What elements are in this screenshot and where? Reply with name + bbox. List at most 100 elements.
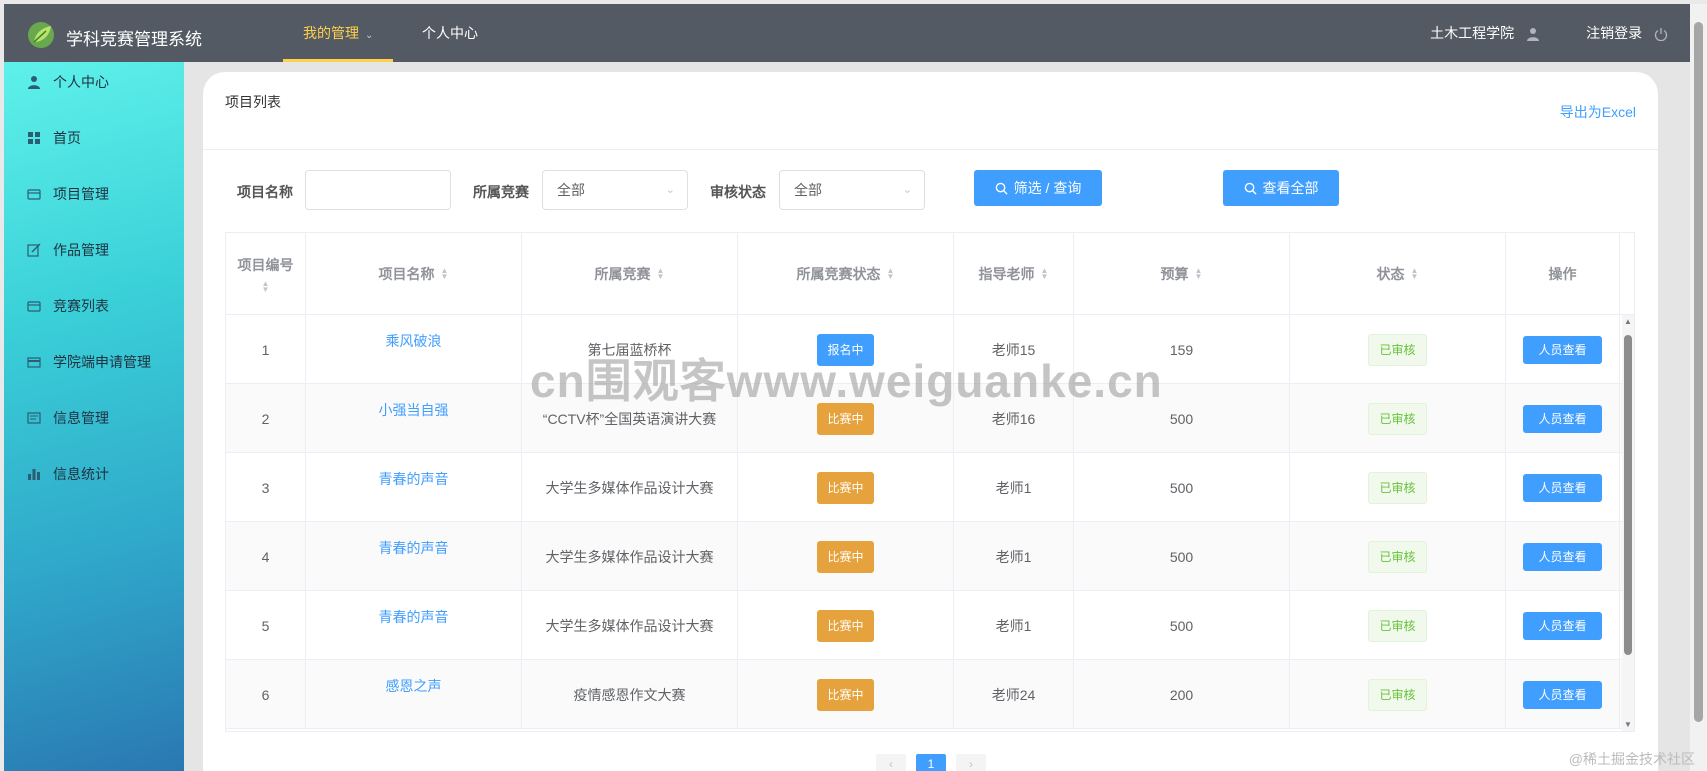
project-name-input[interactable] (305, 170, 451, 210)
view-members-button[interactable]: 人员查看 (1523, 404, 1602, 433)
sidebar-item-info-management[interactable]: 信息管理 (4, 398, 184, 438)
status-badge: 比赛中 (817, 471, 874, 504)
search-button-label: 筛选 / 查询 (1013, 180, 1082, 196)
sidebar-item-label: 学院端申请管理 (53, 354, 151, 370)
scroll-up-arrow-icon[interactable]: ▲ (1624, 317, 1632, 326)
sidebar-item-college-applications[interactable]: 学院端申请管理 (4, 342, 184, 382)
cell-project-name-link[interactable]: 青春的声音 (306, 453, 522, 522)
cell-actions: 人员查看 (1506, 591, 1620, 660)
sort-icon[interactable]: ▲ ▼ (1195, 267, 1203, 281)
chevron-down-icon: ⌄ (365, 30, 374, 41)
page-scroll-thumb[interactable] (1694, 22, 1703, 722)
col-header-status[interactable]: 状态 ▲ ▼ (1290, 233, 1506, 315)
sidebar-item-project-management[interactable]: 项目管理 (4, 174, 184, 214)
competition-select-value: 全部 (557, 182, 585, 198)
sidebar-item-info-statistics[interactable]: 信息统计 (4, 454, 184, 494)
view-members-button[interactable]: 人员查看 (1523, 680, 1602, 709)
col-header-competition-status[interactable]: 所属竞赛状态 ▲ ▼ (738, 233, 954, 315)
col-header-competition[interactable]: 所属竞赛 ▲ ▼ (522, 233, 738, 315)
logout-label: 注销登录 (1586, 25, 1643, 41)
sort-icon[interactable]: ▲ ▼ (441, 267, 449, 281)
page-scrollbar[interactable] (1690, 4, 1707, 771)
view-all-button-label: 查看全部 (1262, 180, 1319, 196)
prev-page-button[interactable]: ‹ (876, 754, 906, 771)
view-members-button[interactable]: 人员查看 (1523, 473, 1602, 502)
table-scroll-thumb[interactable] (1624, 335, 1632, 655)
sort-icon[interactable]: ▲ ▼ (1411, 267, 1419, 281)
card-icon (27, 355, 41, 369)
cell-id: 4 (226, 522, 306, 591)
cell-project-name-link[interactable]: 感恩之声 (306, 660, 522, 729)
col-header-budget[interactable]: 预算 ▲ ▼ (1074, 233, 1290, 315)
cell-teacher: 老师1 (954, 453, 1074, 522)
cell-id: 5 (226, 591, 306, 660)
sort-icon[interactable]: ▲ ▼ (887, 267, 895, 281)
search-button[interactable]: 筛选 / 查询 (974, 170, 1102, 206)
folder-icon (27, 299, 41, 313)
cell-competition-status: 比赛中 (738, 522, 954, 591)
chevron-down-icon: ⌄ (665, 184, 675, 196)
nav-personal-center-label: 个人中心 (422, 25, 478, 41)
next-page-button[interactable]: › (956, 754, 986, 771)
user-icon (27, 75, 41, 89)
status-badge: 比赛中 (817, 609, 874, 642)
view-members-button[interactable]: 人员查看 (1523, 335, 1602, 364)
cell-project-name-link[interactable]: 青春的声音 (306, 591, 522, 660)
cell-status: 已审核 (1290, 591, 1506, 660)
sidebar-item-competition-list[interactable]: 竞赛列表 (4, 286, 184, 326)
view-all-button[interactable]: 查看全部 (1223, 170, 1339, 206)
cell-budget: 500 (1074, 522, 1290, 591)
page-button-current[interactable]: 1 (916, 754, 946, 771)
sort-icon[interactable]: ▲ ▼ (262, 280, 270, 294)
nav-personal-center[interactable]: 个人中心 (402, 4, 498, 62)
current-user[interactable]: 土木工程学院 (1430, 4, 1540, 62)
cell-project-name-link[interactable]: 小强当自强 (306, 384, 522, 453)
sidebar-item-label: 作品管理 (53, 242, 109, 258)
cell-project-name-link[interactable]: 青春的声音 (306, 522, 522, 591)
folder-icon (27, 187, 41, 201)
project-list-card: 项目列表 导出为Excel 项目名称 所属竞赛 全部 ⌄ 审核状态 全部 ⌄ 筛… (203, 72, 1658, 771)
card-title: 项目列表 (225, 94, 281, 110)
cell-competition: 大学生多媒体作品设计大赛 (522, 522, 738, 591)
col-header-label: 项目名称 (378, 266, 435, 282)
scroll-down-arrow-icon[interactable]: ▼ (1624, 720, 1632, 729)
col-header-teacher[interactable]: 指导老师 ▲ ▼ (954, 233, 1074, 315)
cell-project-name-link[interactable]: 乘风破浪 (306, 315, 522, 384)
project-name-label: 项目名称 (237, 184, 293, 200)
table-row: 4 青春的声音 大学生多媒体作品设计大赛 比赛中 老师1 500 已审核 人员查… (226, 522, 1634, 591)
review-status-select-value: 全部 (794, 182, 822, 198)
search-icon (1244, 182, 1257, 195)
review-status-badge: 已审核 (1368, 333, 1427, 366)
view-members-button[interactable]: 人员查看 (1523, 542, 1602, 571)
review-status-label: 审核状态 (710, 184, 766, 200)
view-members-button[interactable]: 人员查看 (1523, 611, 1602, 640)
cell-status: 已审核 (1290, 315, 1506, 384)
nav-my-management[interactable]: 我的管理 ⌄ (283, 4, 394, 62)
edit-icon (27, 243, 41, 257)
sidebar-item-works-management[interactable]: 作品管理 (4, 230, 184, 270)
review-status-badge: 已审核 (1368, 402, 1427, 435)
sidebar-item-personal-center[interactable]: 个人中心 (4, 62, 184, 102)
review-status-badge: 已审核 (1368, 540, 1427, 573)
review-status-badge: 已审核 (1368, 471, 1427, 504)
cell-teacher: 老师1 (954, 522, 1074, 591)
export-excel-link[interactable]: 导出为Excel (1560, 102, 1636, 122)
sort-icon[interactable]: ▲ ▼ (1041, 267, 1049, 281)
cell-competition-status: 比赛中 (738, 591, 954, 660)
sidebar-item-home[interactable]: 首页 (4, 118, 184, 158)
sidebar: 个人中心 首页 项目管理 作品管理 竞赛列表 学院端申请管理 信息管理 信息统计 (4, 62, 184, 771)
cell-actions: 人员查看 (1506, 453, 1620, 522)
table-scrollbar[interactable]: ▲ ▼ (1622, 315, 1634, 731)
review-status-select[interactable]: 全部 ⌄ (779, 170, 925, 210)
col-header-id[interactable]: 项目编号 ▲ ▼ (226, 233, 306, 315)
competition-select[interactable]: 全部 ⌄ (542, 170, 688, 210)
cell-id: 3 (226, 453, 306, 522)
cell-budget: 200 (1074, 660, 1290, 729)
logout-button[interactable]: 注销登录 (1586, 4, 1668, 62)
sort-icon[interactable]: ▲ ▼ (657, 267, 665, 281)
table-row: 6 感恩之声 疫情感恩作文大赛 比赛中 老师24 200 已审核 人员查看 (226, 660, 1634, 729)
user-name: 土木工程学院 (1430, 25, 1515, 41)
cell-actions: 人员查看 (1506, 384, 1620, 453)
col-header-name[interactable]: 项目名称 ▲ ▼ (306, 233, 522, 315)
sidebar-item-label: 项目管理 (53, 186, 109, 202)
